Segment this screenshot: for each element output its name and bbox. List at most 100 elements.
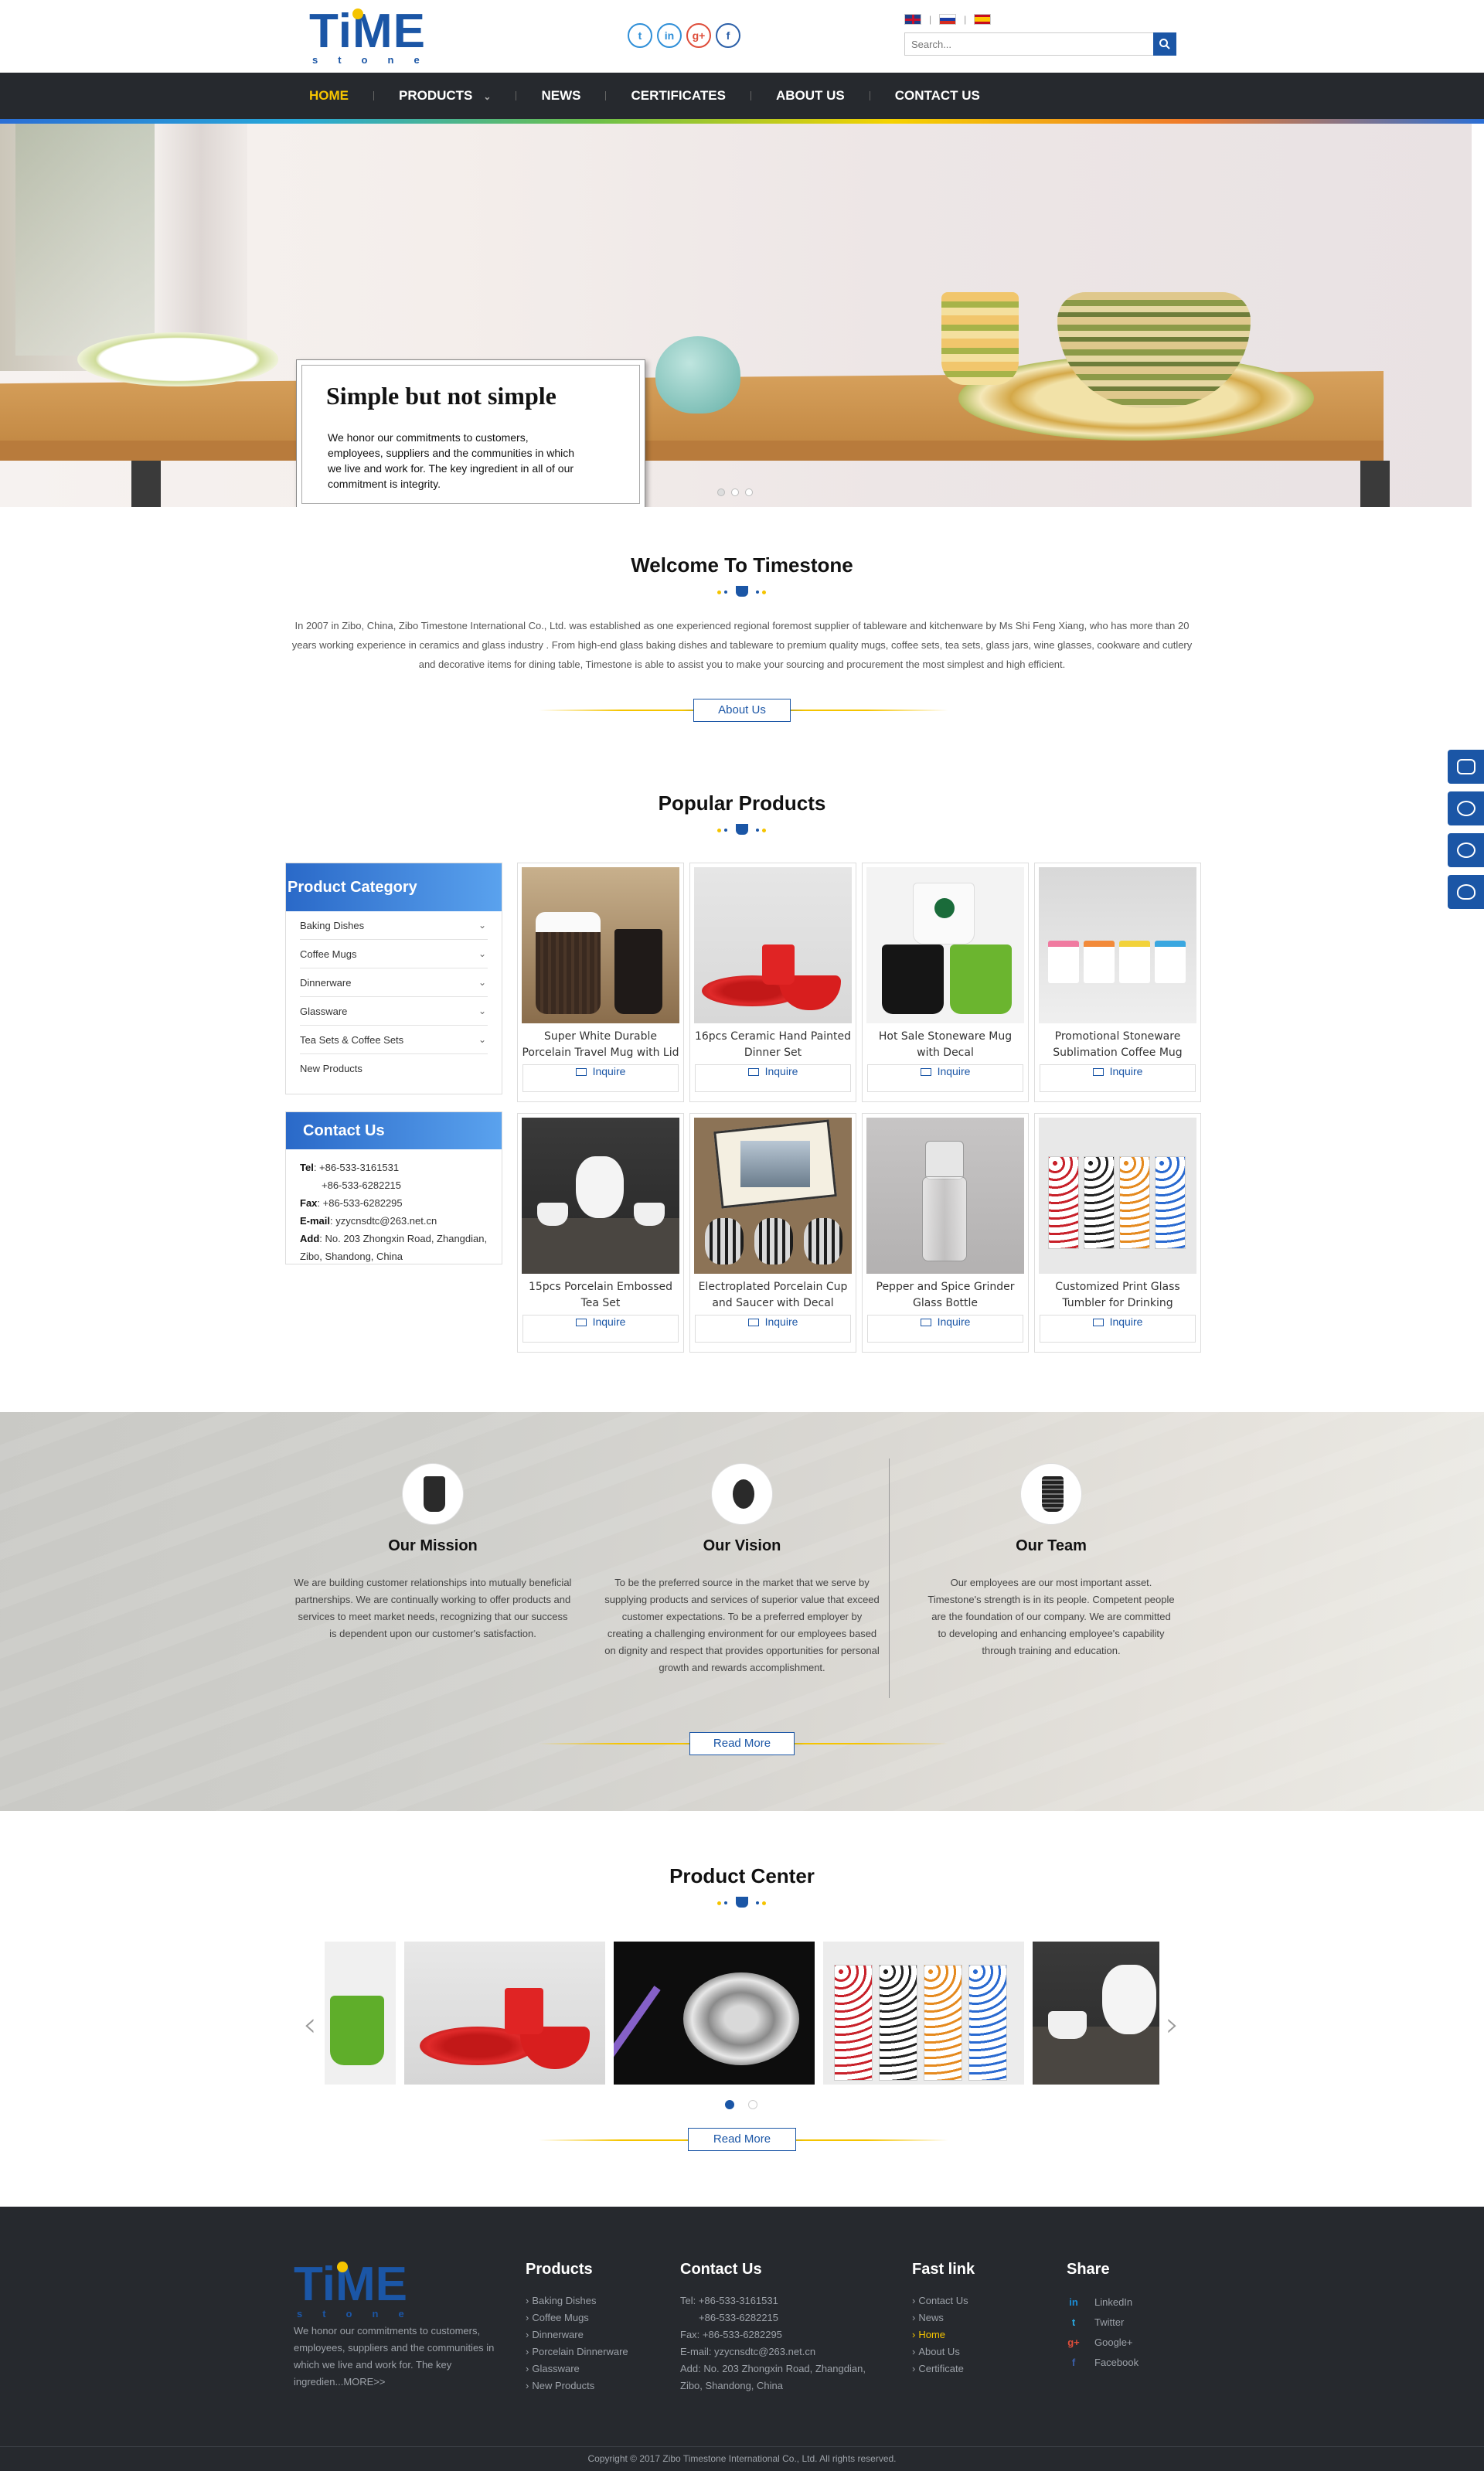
chevron-down-icon[interactable]: ⌄ [478, 940, 486, 968]
product-name[interactable]: Super White Durable Porcelain Travel Mug… [522, 1029, 679, 1061]
category-item[interactable]: Baking Dishes ⌄ [300, 911, 488, 940]
nav-certificates[interactable]: CERTIFICATES [631, 73, 725, 119]
russian-flag-icon[interactable] [939, 14, 957, 25]
facebook-icon[interactable]: f [716, 23, 740, 48]
category-item[interactable]: Coffee Mugs ⌄ [300, 940, 488, 968]
footer-link[interactable]: › About Us [912, 2343, 975, 2360]
footer-link[interactable]: › Porcelain Dinnerware [526, 2343, 628, 2360]
search-input[interactable] [905, 33, 1152, 55]
product-image[interactable] [522, 1118, 679, 1274]
inquire-button[interactable]: Inquire [1040, 1064, 1196, 1092]
inquire-button[interactable]: Inquire [1040, 1315, 1196, 1343]
footer-contact-line[interactable]: E-mail: yzycnsdtc@263.net.cn [680, 2343, 866, 2360]
product-card[interactable]: 15pcs Porcelain Embossed Tea Set Inquire [517, 1113, 684, 1353]
share-google-plus[interactable]: g+ Google+ [1067, 2333, 1139, 2353]
read-more-button[interactable]: Read More [689, 1732, 795, 1755]
about-us-button[interactable]: About Us [693, 699, 791, 722]
product-name[interactable]: Electroplated Porcelain Cup and Saucer w… [694, 1279, 852, 1312]
inquire-button[interactable]: Inquire [522, 1064, 679, 1092]
product-card[interactable]: Promotional Stoneware Sublimation Coffee… [1034, 863, 1201, 1102]
footer-link-active[interactable]: › Home [912, 2326, 975, 2343]
category-item[interactable]: Tea Sets & Coffee Sets ⌄ [300, 1026, 488, 1054]
nav-products[interactable]: PRODUCTS ⌄ [399, 73, 491, 119]
category-item[interactable]: Dinnerware ⌄ [300, 968, 488, 997]
carousel-image[interactable] [404, 1942, 605, 2085]
spanish-flag-icon[interactable] [974, 14, 992, 25]
chevron-down-icon[interactable]: ⌄ [478, 1026, 486, 1054]
inquire-button[interactable]: Inquire [522, 1315, 679, 1343]
product-image[interactable] [1039, 1118, 1196, 1274]
category-item[interactable]: New Products [300, 1054, 488, 1083]
inquire-button[interactable]: Inquire [695, 1315, 851, 1343]
product-card[interactable]: Super White Durable Porcelain Travel Mug… [517, 863, 684, 1102]
linkedin-icon[interactable]: in [657, 23, 682, 48]
read-more-button[interactable]: Read More [688, 2128, 796, 2151]
banner-dot[interactable] [731, 488, 739, 496]
english-flag-icon[interactable] [904, 14, 921, 25]
product-name[interactable]: Promotional Stoneware Sublimation Coffee… [1039, 1029, 1196, 1061]
carousel-image[interactable] [614, 1942, 815, 2085]
footer-link[interactable]: › Glassware [526, 2360, 628, 2377]
footer-link[interactable]: › Baking Dishes [526, 2292, 628, 2309]
chevron-down-icon[interactable]: ⌄ [478, 997, 486, 1026]
product-card[interactable]: Customized Print Glass Tumbler for Drink… [1034, 1113, 1201, 1353]
logo[interactable]: TiME stone [309, 8, 456, 70]
carousel-next-icon[interactable]: › [1166, 2008, 1179, 2042]
product-name[interactable]: Hot Sale Stoneware Mug with Decal [866, 1029, 1024, 1061]
footer-link[interactable]: › Coffee Mugs [526, 2309, 628, 2326]
product-name[interactable]: 15pcs Porcelain Embossed Tea Set [522, 1279, 679, 1312]
hero-banner[interactable]: Simple but not simple We honor our commi… [0, 124, 1472, 507]
carousel-image[interactable] [823, 1942, 1024, 2085]
nav-home[interactable]: HOME [309, 73, 349, 119]
footer-contact-line: Zibo, Shandong, China [680, 2380, 783, 2391]
footer-link[interactable]: › News [912, 2309, 975, 2326]
footer-description[interactable]: We honor our commitments to customers, e… [294, 2323, 502, 2391]
header: TiME stone t in g+ f | | [0, 0, 1484, 73]
product-name[interactable]: Pepper and Spice Grinder Glass Bottle [866, 1279, 1024, 1312]
product-name[interactable]: Customized Print Glass Tumbler for Drink… [1039, 1279, 1196, 1312]
product-image[interactable] [866, 867, 1024, 1023]
search-button[interactable] [1153, 32, 1176, 56]
phone-icon[interactable] [1448, 791, 1484, 825]
carousel-dot[interactable] [725, 2100, 734, 2109]
inquire-button[interactable]: Inquire [695, 1064, 851, 1092]
message-icon[interactable] [1448, 750, 1484, 784]
product-image[interactable] [694, 867, 852, 1023]
product-image[interactable] [522, 867, 679, 1023]
carousel-dot[interactable] [748, 2100, 757, 2109]
email-value[interactable]: : yzycnsdtc@263.net.cn [330, 1215, 437, 1227]
carousel-image[interactable] [1033, 1942, 1159, 2085]
inquire-button[interactable]: Inquire [867, 1064, 1023, 1092]
share-facebook[interactable]: f Facebook [1067, 2353, 1139, 2373]
nav-about-us[interactable]: ABOUT US [776, 73, 845, 119]
footer-logo[interactable]: TiME stone [294, 2261, 441, 2323]
product-card[interactable]: Pepper and Spice Grinder Glass Bottle In… [862, 1113, 1029, 1353]
twitter-icon[interactable]: t [628, 23, 652, 48]
carousel-image[interactable] [325, 1942, 396, 2085]
footer-link[interactable]: › Dinnerware [526, 2326, 628, 2343]
product-name[interactable]: 16pcs Ceramic Hand Painted Dinner Set [694, 1029, 852, 1061]
footer-link[interactable]: › Certificate [912, 2360, 975, 2377]
footer-link[interactable]: › New Products [526, 2377, 628, 2394]
product-card[interactable]: Electroplated Porcelain Cup and Saucer w… [689, 1113, 856, 1353]
inquire-button[interactable]: Inquire [867, 1315, 1023, 1343]
nav-contact-us[interactable]: CONTACT US [895, 73, 980, 119]
product-image[interactable] [694, 1118, 852, 1274]
product-image[interactable] [1039, 867, 1196, 1023]
category-item[interactable]: Glassware ⌄ [300, 997, 488, 1026]
google-plus-icon[interactable]: g+ [686, 23, 711, 48]
product-image[interactable] [866, 1118, 1024, 1274]
footer-link[interactable]: › Contact Us [912, 2292, 975, 2309]
share-linkedin[interactable]: in LinkedIn [1067, 2292, 1139, 2313]
carousel-prev-icon[interactable]: ‹ [303, 2008, 317, 2042]
share-twitter[interactable]: t Twitter [1067, 2313, 1139, 2333]
qq-icon[interactable] [1448, 875, 1484, 909]
product-card[interactable]: Hot Sale Stoneware Mug with Decal Inquir… [862, 863, 1029, 1102]
banner-dot[interactable] [745, 488, 753, 496]
chevron-down-icon[interactable]: ⌄ [478, 968, 486, 997]
product-card[interactable]: 16pcs Ceramic Hand Painted Dinner Set In… [689, 863, 856, 1102]
nav-news[interactable]: NEWS [541, 73, 580, 119]
banner-dot[interactable] [717, 488, 725, 496]
chevron-down-icon[interactable]: ⌄ [478, 911, 486, 940]
skype-icon[interactable] [1448, 833, 1484, 867]
